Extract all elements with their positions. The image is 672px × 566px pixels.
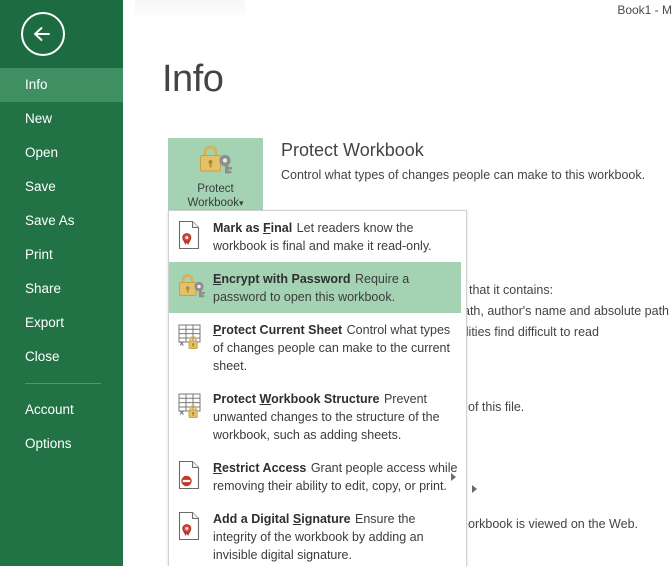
menu-item-protect-current-sheet[interactable]: Protect Current Sheet Control what types… — [169, 313, 466, 382]
menu-item-body: Add a Digital Signature Ensure the integ… — [211, 510, 460, 564]
sidebar-item-label: Options — [25, 436, 72, 451]
menu-item-protect-workbook-structure[interactable]: Protect Workbook Structure Prevent unwan… — [169, 382, 466, 451]
sheet-lock-icon — [177, 321, 211, 375]
sidebar-item-label: Save As — [25, 213, 75, 228]
backstage-view: Book1 - M Info New Open Save Save As Pri… — [0, 0, 672, 566]
menu-item-restrict-access[interactable]: Restrict Access Grant people access whil… — [169, 451, 466, 502]
sidebar-item-label: Close — [25, 349, 60, 364]
sidebar-item-share[interactable]: Share — [0, 272, 123, 306]
document-ribbon-icon — [177, 219, 211, 255]
menu-item-title-pre: Protect — [213, 392, 260, 406]
protect-workbook-heading: Protect Workbook — [281, 140, 424, 160]
menu-item-title: Encrypt with Password — [213, 272, 351, 286]
sidebar-item-label: Print — [25, 247, 53, 262]
workbook-lock-icon — [177, 390, 211, 444]
menu-item-add-digital-signature[interactable]: Add a Digital Signature Ensure the integ… — [169, 502, 466, 566]
menu-item-accesskey: S — [292, 512, 302, 526]
sidebar-item-label: Open — [25, 145, 59, 160]
menu-item-title-post: rotect Current Sheet — [221, 323, 343, 337]
page-title: Info — [162, 58, 224, 100]
menu-item-title-post: ncrypt with Password — [221, 272, 351, 286]
sidebar-divider — [25, 383, 101, 384]
menu-item-title-post: orkbook Structure — [271, 392, 380, 406]
menu-item-accesskey: W — [259, 392, 272, 406]
lock-key-icon — [194, 143, 238, 180]
document-restrict-icon — [177, 459, 211, 495]
sidebar-item-new[interactable]: New — [0, 102, 123, 136]
menu-item-title-post: estrict Access — [222, 461, 307, 475]
menu-item-title: Add a Digital Signature — [213, 512, 351, 526]
protect-button-line2: Workbook — [187, 197, 240, 209]
back-button[interactable] — [21, 12, 65, 56]
protect-workbook-dropdown-menu: Mark as Final Let readers know the workb… — [168, 210, 467, 566]
window-title: Book1 - M — [617, 3, 672, 17]
sidebar-item-info[interactable]: Info — [0, 68, 123, 102]
protect-workbook-description: Control what types of changes people can… — [281, 168, 646, 182]
chevron-down-icon: ▾ — [239, 198, 244, 208]
lock-key-icon — [177, 270, 211, 306]
menu-item-body: Protect Current Sheet Control what types… — [211, 321, 460, 375]
submenu-arrow-icon — [451, 472, 456, 481]
sidebar-item-label: New — [25, 111, 53, 126]
menu-item-body: Restrict Access Grant people access whil… — [211, 459, 460, 495]
document-signature-icon — [177, 510, 211, 564]
protect-button-line1: Protect — [197, 183, 234, 195]
sidebar-item-print[interactable]: Print — [0, 238, 123, 272]
menu-item-encrypt-with-password[interactable]: Encrypt with Password Require a password… — [169, 262, 461, 313]
menu-item-title-post: ignature — [301, 512, 351, 526]
menu-item-title-pre: Add a Digital — [213, 512, 293, 526]
sidebar-item-label: Export — [25, 315, 65, 330]
backstage-content: Info Protect Workbook▾ Protect Workbook … — [123, 22, 672, 566]
menu-item-accesskey: R — [213, 461, 223, 475]
sidebar-item-open[interactable]: Open — [0, 136, 123, 170]
background-submenu-arrow-icon — [472, 485, 477, 493]
sidebar-item-save[interactable]: Save — [0, 170, 123, 204]
title-bar-artifact — [135, 0, 245, 16]
sidebar-item-save-as[interactable]: Save As — [0, 204, 123, 238]
menu-item-mark-as-final[interactable]: Mark as Final Let readers know the workb… — [169, 211, 466, 262]
sidebar-item-export[interactable]: Export — [0, 306, 123, 340]
back-button-area — [0, 0, 123, 68]
sidebar-item-label: Share — [25, 281, 62, 296]
menu-item-body: Mark as Final Let readers know the workb… — [211, 219, 460, 255]
inspect-workbook-text-line1: that it contains: — [469, 283, 554, 297]
sidebar-item-options[interactable]: Options — [0, 427, 123, 461]
sidebar-item-label: Account — [25, 402, 74, 417]
backstage-sidebar: Info New Open Save Save As Print Share E… — [0, 0, 123, 566]
menu-item-title-post: inal — [270, 221, 293, 235]
title-bar: Book1 - M — [123, 0, 672, 22]
sidebar-item-account[interactable]: Account — [0, 393, 123, 427]
menu-item-title: Protect Current Sheet — [213, 323, 342, 337]
sidebar-nav: Info New Open Save Save As Print Share E… — [0, 68, 123, 461]
inspect-workbook-text-line2: ath, author's name and absolute path — [463, 304, 670, 318]
sidebar-item-label: Info — [25, 77, 48, 92]
menu-item-accesskey: F — [263, 221, 271, 235]
protect-workbook-button-label: Protect Workbook▾ — [187, 182, 243, 210]
menu-item-title-pre: Mark as — [213, 221, 264, 235]
sidebar-item-close[interactable]: Close — [0, 340, 123, 374]
menu-item-title: Restrict Access — [213, 461, 306, 475]
inspect-workbook-text-line3: ilities find difficult to read — [463, 325, 599, 339]
menu-item-title: Protect Workbook Structure — [213, 392, 379, 406]
protect-workbook-button[interactable]: Protect Workbook▾ — [168, 138, 263, 210]
menu-item-body: Encrypt with Password Require a password… — [211, 270, 455, 306]
menu-item-body: Protect Workbook Structure Prevent unwan… — [211, 390, 460, 444]
browser-view-text-line: orkbook is viewed on the Web. — [468, 517, 639, 531]
menu-item-title: Mark as Final — [213, 221, 292, 235]
back-arrow-icon — [32, 26, 54, 42]
sidebar-item-label: Save — [25, 179, 56, 194]
versions-text-line: of this file. — [468, 400, 525, 414]
